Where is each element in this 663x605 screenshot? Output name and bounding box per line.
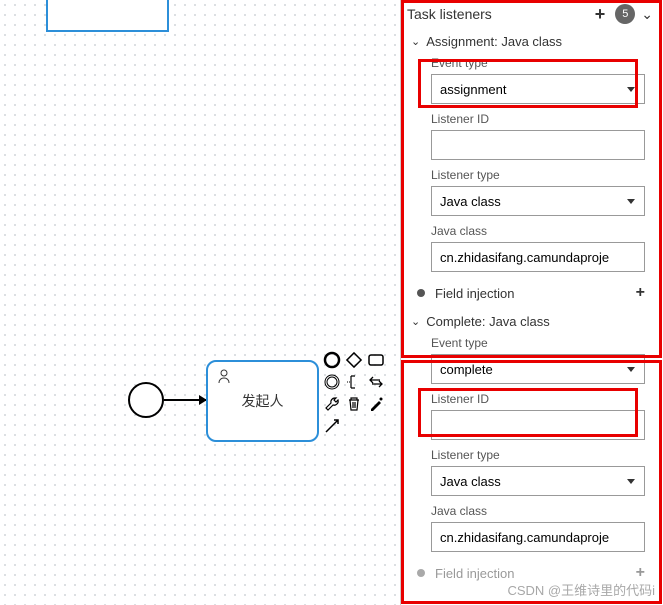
annotation-icon[interactable] xyxy=(344,372,364,392)
append-end-event-icon[interactable] xyxy=(322,350,342,370)
bpmn-canvas[interactable]: 发起人 xyxy=(0,0,400,605)
change-type-icon[interactable] xyxy=(366,372,386,392)
watermark: CSDN @王维诗里的代码i xyxy=(507,580,655,599)
highlight-box xyxy=(418,388,638,437)
append-gateway-icon[interactable] xyxy=(344,350,364,370)
user-icon xyxy=(216,368,232,389)
start-event[interactable] xyxy=(128,382,164,418)
sequence-flow[interactable] xyxy=(164,399,206,401)
task-label: 发起人 xyxy=(242,391,284,411)
append-task-icon[interactable] xyxy=(366,350,386,370)
context-pad xyxy=(322,350,394,446)
trash-icon[interactable] xyxy=(344,394,364,414)
user-task[interactable]: 发起人 xyxy=(206,360,319,442)
color-icon[interactable] xyxy=(366,394,386,414)
connect-icon[interactable] xyxy=(322,416,342,436)
highlight-box xyxy=(418,59,638,108)
selected-shape-outline xyxy=(46,0,169,32)
highlight-box xyxy=(401,0,662,358)
append-intermediate-event-icon[interactable] xyxy=(322,372,342,392)
wrench-icon[interactable] xyxy=(322,394,342,414)
